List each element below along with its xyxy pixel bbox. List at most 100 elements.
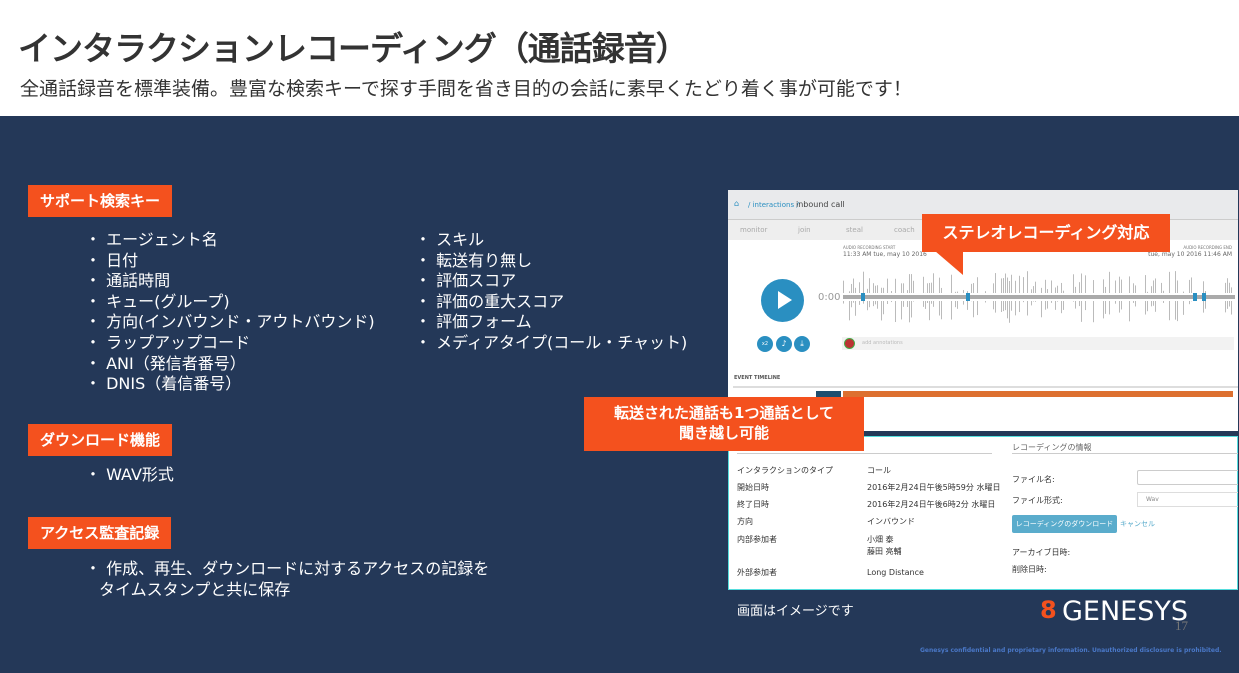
download-recording-button[interactable]: レコーディングのダウンロード: [1012, 515, 1117, 533]
waveform-bar: [891, 301, 892, 303]
audit-line: タイムスタンプと共に保存: [99, 579, 291, 599]
timeline-segment: [843, 391, 1233, 397]
waveform-bar: [1015, 280, 1016, 293]
waveform-bar: [963, 289, 964, 293]
speed-button[interactable]: x2: [757, 336, 773, 352]
waveform-bar: [1061, 301, 1062, 314]
waveform-bar: [1045, 279, 1046, 293]
list-item: スキル: [415, 230, 687, 251]
waveform-bar: [853, 278, 854, 293]
list-item: 評価の重大スコア: [415, 292, 687, 313]
steal-button[interactable]: steal: [846, 226, 863, 234]
list-item: WAV形式: [85, 465, 174, 486]
waveform-bar: [1229, 282, 1230, 293]
waveform-bar: [883, 301, 884, 315]
waveform-bar: [941, 287, 942, 293]
file-format-select[interactable]: Wav: [1137, 492, 1238, 507]
waveform-bar: [1057, 285, 1058, 293]
waveform-bar: [1023, 301, 1024, 303]
waveform-bar: [1001, 301, 1002, 312]
file-name-label: ファイル名:: [1012, 475, 1055, 484]
waveform-bar: [1231, 287, 1232, 293]
waveform-bar: [1019, 301, 1020, 313]
waveform-bar: [977, 277, 978, 293]
list-item: 方向(インバウンド・アウトバウンド): [85, 312, 375, 333]
avatar: [844, 338, 855, 349]
waveform-bar: [1047, 301, 1048, 309]
waveform-bar: [881, 301, 882, 321]
waveform-bar: [1147, 301, 1148, 312]
waveform-bar: [1007, 277, 1008, 293]
waveform-bar: [895, 301, 896, 323]
waveform-bar: [881, 287, 882, 293]
waveform-bar: [1115, 280, 1116, 293]
waveform-bar: [859, 282, 860, 293]
rec-end: tue, may 10 2016 11:46 AM: [1148, 251, 1232, 258]
waveform-bar: [957, 301, 958, 309]
bookmark-icon[interactable]: [1202, 293, 1206, 301]
metric-label: 終了日時: [737, 500, 769, 509]
file-name-input[interactable]: [1137, 470, 1238, 485]
play-button[interactable]: [761, 279, 804, 322]
waveform-bar: [951, 301, 952, 320]
list-item: ラップアップコード: [85, 333, 375, 354]
download-icon[interactable]: ⤓: [794, 336, 810, 352]
metric-value: インバウンド: [867, 517, 915, 526]
waveform-bar: [887, 278, 888, 293]
waveform-bar: [1041, 301, 1042, 318]
list-item: 評価スコア: [415, 271, 687, 292]
waveform-bar: [1163, 290, 1164, 293]
waveform-bar: [1227, 301, 1228, 309]
list-item: 通話時間: [85, 271, 375, 292]
join-button[interactable]: join: [798, 226, 811, 234]
bookmark-icon[interactable]: [861, 293, 865, 301]
audit-line: 作成、再生、ダウンロードに対するアクセスの記録を: [106, 559, 490, 578]
waveform-bar: [1027, 271, 1028, 293]
detail-panel: インタラクションのメトリクス インタラクションのタイプコール開始日時2016年2…: [728, 436, 1238, 590]
waveform-bar: [1175, 271, 1176, 293]
waveform[interactable]: [843, 265, 1235, 325]
progress-track[interactable]: [843, 295, 1235, 299]
bookmark-icon[interactable]: [966, 293, 970, 301]
waveform-bar: [887, 301, 888, 304]
waveform-bar: [1153, 301, 1154, 306]
waveform-bar: [1189, 279, 1190, 293]
waveform-bar: [939, 301, 940, 316]
waveform-bar: [877, 285, 878, 293]
volume-icon[interactable]: ♪: [776, 336, 792, 352]
waveform-bar: [1027, 301, 1028, 316]
waveform-bar: [923, 301, 924, 307]
waveform-bar: [849, 301, 850, 321]
download-list: WAV形式: [85, 465, 174, 486]
waveform-bar: [1005, 273, 1006, 293]
waveform-bar: [929, 282, 930, 293]
divider: [733, 386, 1238, 388]
annotation-input[interactable]: add annotations: [842, 337, 1234, 350]
cancel-link[interactable]: キャンセル: [1120, 519, 1155, 529]
waveform-bar: [895, 278, 896, 293]
waveform-bar: [873, 283, 874, 293]
page-number: 17: [1175, 618, 1188, 633]
waveform-bar: [995, 273, 996, 293]
waveform-bar: [875, 301, 876, 305]
rec-info-title: レコーディングの情報: [1012, 442, 1238, 454]
waveform-bar: [1225, 301, 1226, 313]
waveform-bar: [909, 274, 910, 293]
waveform-bar: [957, 291, 958, 293]
rec-start-label: AUDIO RECORDING START: [843, 245, 896, 250]
waveform-bar: [1133, 283, 1134, 293]
delete-date-label: 削除日時:: [1012, 565, 1047, 574]
waveform-bar: [941, 301, 942, 320]
waveform-bar: [1145, 301, 1146, 315]
metric-value: Long Distance: [867, 568, 924, 577]
bookmark-icon[interactable]: [1193, 293, 1197, 301]
play-icon: [778, 291, 792, 309]
metric-label: 内部参加者: [737, 535, 777, 544]
waveform-bar: [939, 277, 940, 293]
waveform-bar: [927, 283, 928, 293]
monitor-button[interactable]: monitor: [740, 226, 767, 234]
waveform-bar: [1051, 301, 1052, 303]
waveform-bar: [891, 291, 892, 293]
home-icon: ⌂: [734, 199, 740, 208]
coach-button[interactable]: coach: [894, 226, 915, 234]
